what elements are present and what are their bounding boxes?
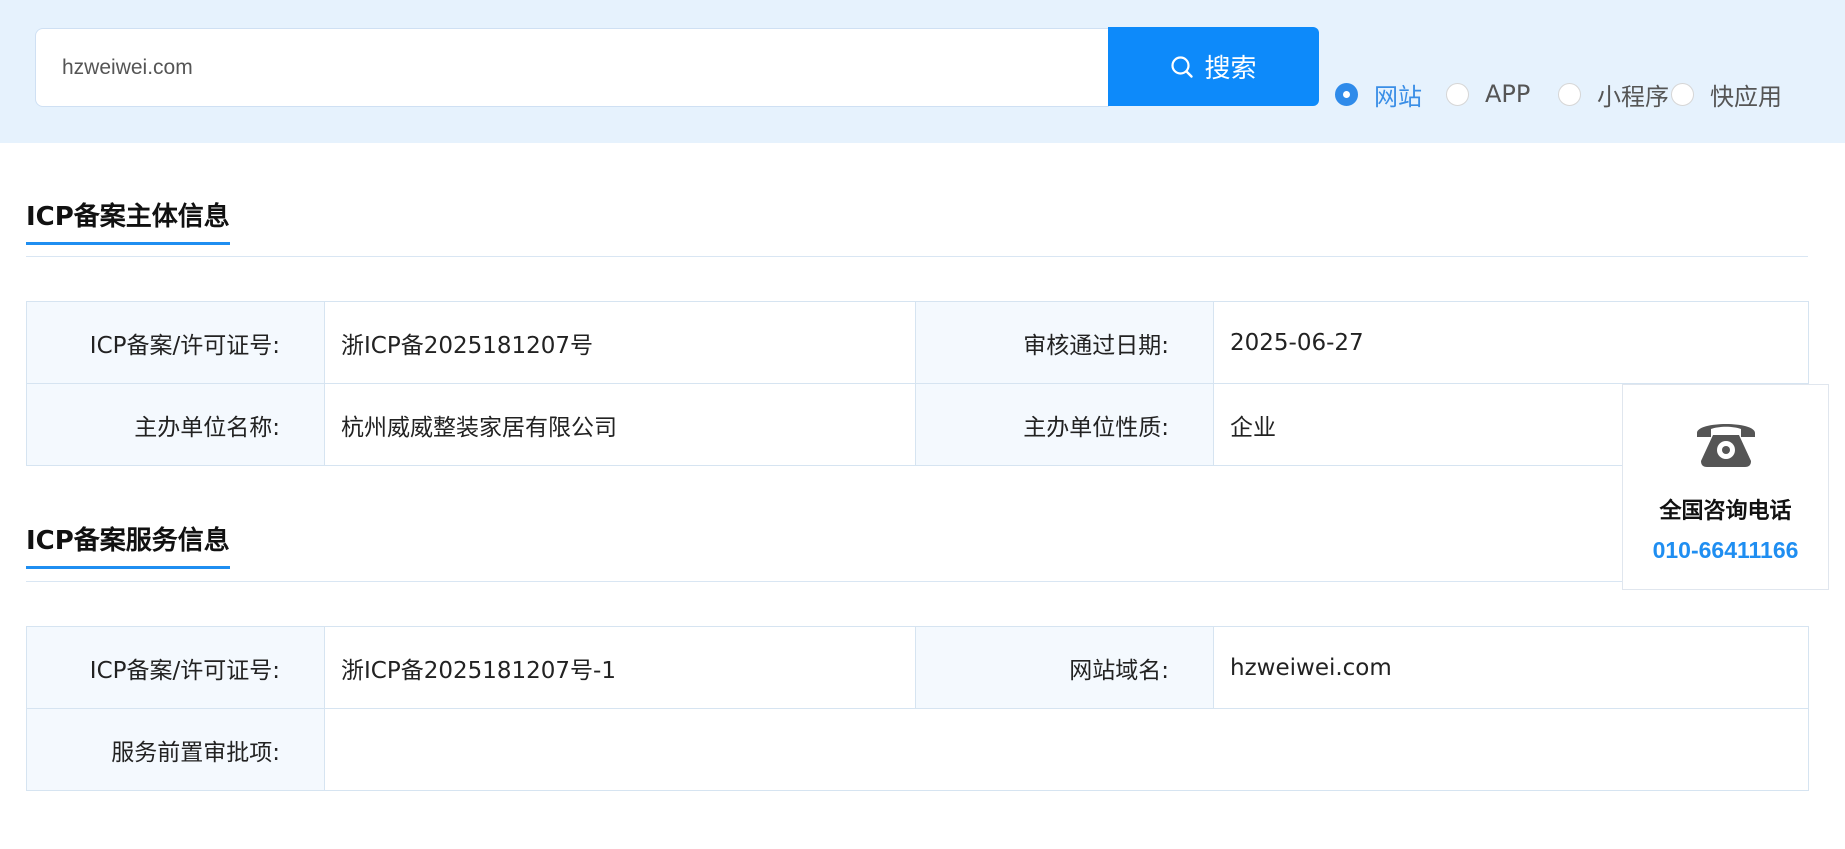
radio-button-icon[interactable]	[1558, 82, 1581, 106]
value-service-license: 浙ICP备2025181207号-1	[324, 626, 916, 709]
label-license-number: ICP备案/许可证号:	[26, 301, 325, 384]
value-domain: hzweiwei.com	[1213, 626, 1809, 709]
label-organizer-type: 主办单位性质:	[915, 383, 1214, 466]
radio-label: 网站	[1374, 82, 1422, 111]
value-license-number: 浙ICP备2025181207号	[324, 301, 916, 384]
table-row: 服务前置审批项:	[26, 708, 1809, 791]
radio-quick-app[interactable]: 快应用	[1671, 76, 1782, 112]
radio-website[interactable]: 网站	[1335, 76, 1422, 112]
radio-label: 快应用	[1710, 82, 1782, 111]
entity-info-table: ICP备案/许可证号: 浙ICP备2025181207号 审核通过日期: 202…	[26, 301, 1809, 466]
consult-title: 全国咨询电话	[1659, 499, 1792, 524]
section-divider	[26, 256, 1808, 257]
table-row: 主办单位名称: 杭州威威整装家居有限公司 主办单位性质: 企业	[26, 383, 1809, 466]
search-bar-area: 搜索 网站 APP 小程序 快应用	[0, 0, 1845, 143]
section-divider	[26, 581, 1808, 582]
section-title-service: ICP备案服务信息	[26, 528, 230, 569]
radio-button-icon[interactable]	[1446, 82, 1469, 106]
search-button-label: 搜索	[1204, 54, 1257, 84]
search-input[interactable]	[35, 28, 1109, 107]
consult-panel[interactable]: 全国咨询电话 010-66411166	[1622, 384, 1829, 590]
radio-mini-program[interactable]: 小程序	[1558, 76, 1669, 112]
label-organizer-name: 主办单位名称:	[26, 383, 325, 466]
consult-phone-number[interactable]: 010-66411166	[1653, 537, 1799, 564]
radio-app[interactable]: APP	[1446, 76, 1530, 112]
label-approval-date: 审核通过日期:	[915, 301, 1214, 384]
radio-label: 小程序	[1597, 82, 1669, 111]
value-pre-approval	[324, 708, 1809, 791]
table-row: ICP备案/许可证号: 浙ICP备2025181207号-1 网站域名: hzw…	[26, 626, 1809, 709]
label-service-license: ICP备案/许可证号:	[26, 626, 325, 709]
label-domain: 网站域名:	[915, 626, 1214, 709]
radio-button-icon[interactable]	[1671, 82, 1694, 106]
search-icon	[1171, 55, 1194, 78]
value-organizer-name: 杭州威威整装家居有限公司	[324, 383, 916, 466]
search-button[interactable]: 搜索	[1108, 27, 1319, 106]
telephone-icon	[1696, 424, 1755, 467]
radio-button-icon[interactable]	[1335, 82, 1358, 106]
value-approval-date: 2025-06-27	[1213, 301, 1809, 384]
section-title-entity: ICP备案主体信息	[26, 204, 230, 245]
table-row: ICP备案/许可证号: 浙ICP备2025181207号 审核通过日期: 202…	[26, 301, 1809, 384]
radio-label: APP	[1485, 80, 1531, 108]
service-info-table: ICP备案/许可证号: 浙ICP备2025181207号-1 网站域名: hzw…	[26, 626, 1809, 791]
label-pre-approval: 服务前置审批项:	[26, 708, 325, 791]
